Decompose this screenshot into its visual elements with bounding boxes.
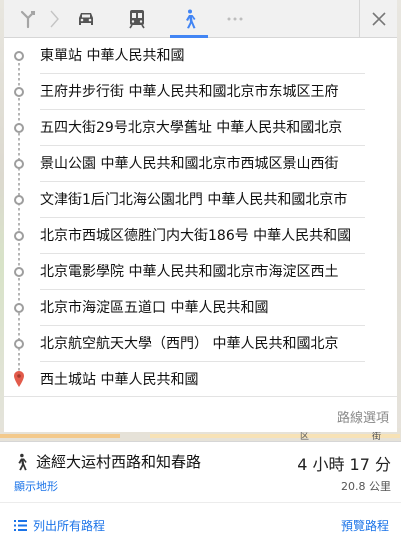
route-duration: 4 小時 17 分 (297, 455, 391, 474)
stop-address[interactable]: 北京市海淀區五道口 中華人民共和國 (40, 290, 365, 326)
best-route-icon (20, 10, 36, 29)
list-icon (14, 520, 27, 531)
stop-item[interactable]: 五四大街29号北京大學舊址 中華人民共和國北京 (4, 110, 397, 146)
mode-more[interactable] (220, 0, 250, 38)
stop-marker-icon (14, 51, 24, 61)
stop-address[interactable]: 西土城站 中華人民共和國 (40, 362, 365, 398)
stop-marker-icon (14, 267, 24, 277)
destination-pin-icon (14, 371, 24, 387)
mode-drive[interactable] (68, 0, 104, 38)
stop-address[interactable]: 北京航空航天大學（西門） 中華人民共和國北京 (40, 326, 365, 362)
map-road (0, 434, 120, 438)
stop-marker-icon (14, 303, 24, 313)
list-all-label: 列出所有路程 (33, 519, 106, 533)
route-summary-panel: 途經大运村西路和知春路 4 小時 17 分 顯示地形 20.8 公里 列出所有路… (0, 441, 401, 541)
stop-marker-icon (14, 339, 24, 349)
stop-item[interactable]: 王府井步行街 中華人民共和國北京市东城区王府 (4, 74, 397, 110)
map-road (150, 434, 400, 438)
train-icon (129, 10, 145, 29)
stop-item[interactable]: 文津街1后门北海公園北門 中華人民共和國北京市 (4, 182, 397, 218)
stop-item[interactable]: 北京市海淀區五道口 中華人民共和國 (4, 290, 397, 326)
route-title[interactable]: 途經大运村西路和知春路 (36, 451, 201, 472)
stop-address[interactable]: 北京市西城区德胜门内大街186号 中華人民共和國 (40, 218, 365, 254)
stop-address[interactable]: 景山公園 中華人民共和國北京市西城区景山西街 (40, 146, 365, 182)
stop-address[interactable]: 北京電影學院 中華人民共和國北京市海淀区西土 (40, 254, 365, 290)
walk-icon (186, 9, 196, 29)
stop-item[interactable]: 東單站 中華人民共和國 (4, 38, 397, 74)
map-background-right (397, 0, 401, 440)
more-icon (227, 17, 243, 21)
stop-item[interactable]: 景山公園 中華人民共和國北京市西城区景山西街 (4, 146, 397, 182)
travel-mode-bar (4, 0, 397, 38)
stop-marker-icon (14, 123, 24, 133)
stop-marker-icon (14, 159, 24, 169)
walk-icon (18, 453, 27, 471)
route-stops-list: 東單站 中華人民共和國 王府井步行街 中華人民共和國北京市东城区王府 五四大街2… (4, 38, 397, 396)
close-button[interactable] (359, 0, 397, 38)
stop-item[interactable]: 北京市西城区德胜门内大街186号 中華人民共和國 (4, 218, 397, 254)
stop-marker-icon (14, 195, 24, 205)
stop-marker-icon (14, 231, 24, 241)
stop-address[interactable]: 王府井步行街 中華人民共和國北京市东城区王府 (40, 74, 365, 110)
car-icon (79, 13, 93, 25)
route-options-bar: 路線選項 (4, 396, 397, 432)
close-icon (371, 12, 386, 26)
show-terrain-link[interactable]: 顯示地形 (14, 478, 58, 494)
stop-item[interactable]: 北京電影學院 中華人民共和國北京市海淀区西土 (4, 254, 397, 290)
route-distance: 20.8 公里 (341, 480, 391, 493)
mode-walk[interactable] (170, 0, 208, 38)
divider (0, 502, 401, 503)
route-options-link[interactable]: 路線選項 (337, 407, 389, 426)
stop-item[interactable]: 北京航空航天大學（西門） 中華人民共和國北京 (4, 326, 397, 362)
stop-address[interactable]: 東單站 中華人民共和國 (40, 38, 365, 74)
stop-address[interactable]: 五四大街29号北京大學舊址 中華人民共和國北京 (40, 110, 365, 146)
list-all-steps-button[interactable]: 列出所有路程 (14, 517, 105, 534)
stop-marker-icon (14, 87, 24, 97)
mode-transit[interactable] (119, 0, 155, 38)
stop-item-destination[interactable]: 西土城站 中華人民共和國 (4, 362, 397, 398)
mode-best-route[interactable] (12, 0, 44, 38)
stop-address[interactable]: 文津街1后门北海公園北門 中華人民共和國北京市 (40, 182, 365, 218)
chevron-right-icon (50, 10, 59, 28)
preview-route-link[interactable]: 預覽路程 (341, 517, 389, 534)
